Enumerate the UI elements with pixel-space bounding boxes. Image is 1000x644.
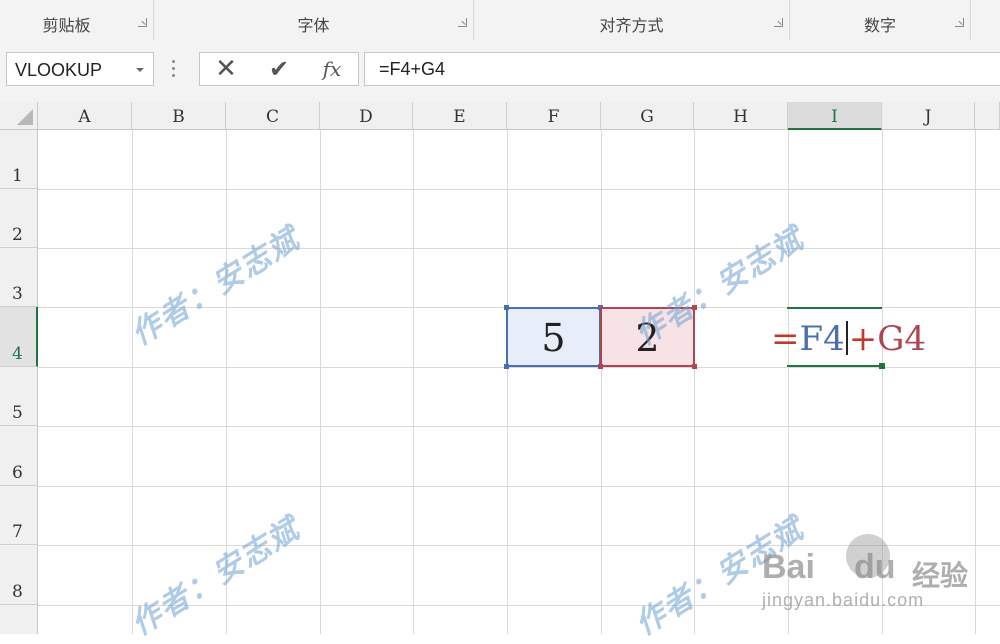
row-header-3[interactable]: 3 (0, 248, 38, 307)
range-handle-icon[interactable] (504, 305, 509, 310)
column-header-h[interactable]: H (694, 102, 788, 130)
ribbon-group-clipboard: 剪贴板 (0, 0, 154, 40)
gridline (413, 130, 414, 634)
range-handle-icon[interactable] (598, 364, 603, 369)
watermark-url: jingyan.baidu.com (762, 590, 925, 610)
gridline (507, 130, 508, 634)
dialog-launcher-icon[interactable] (138, 18, 147, 27)
ribbon-group-number: 数字 (790, 0, 971, 40)
row-header-5[interactable]: 5 (0, 367, 38, 426)
formula-input[interactable]: =F4+G4 (364, 52, 1000, 86)
author-watermark: 作者：安志斌 (125, 221, 307, 353)
name-box-value: VLOOKUP (15, 60, 103, 80)
ribbon-group-alignment: 对齐方式 (474, 0, 790, 40)
formula-buttons: ✕ ✔ fx (199, 52, 359, 86)
formula-ref-g4: G4 (877, 319, 927, 359)
insert-function-icon[interactable]: fx (312, 55, 352, 83)
author-watermark: 作者：安志斌 (125, 511, 307, 643)
text-cursor (845, 321, 848, 355)
range-handle-icon[interactable] (504, 364, 509, 369)
cell-f4[interactable]: 5 (506, 307, 601, 367)
gridline (38, 189, 1000, 190)
formula-plus: + (848, 319, 878, 359)
formula-equals: = (771, 319, 800, 359)
row-header-9[interactable] (0, 605, 38, 634)
gridline (38, 426, 1000, 427)
gridline (694, 130, 695, 634)
gridline (38, 486, 1000, 487)
column-header-f[interactable]: F (507, 102, 601, 130)
formula-bar: VLOOKUP ✕ ✔ fx =F4+G4 (0, 40, 1000, 102)
chevron-down-icon[interactable] (136, 68, 144, 72)
ribbon-group-label: 对齐方式 (599, 16, 664, 35)
ribbon-group-label: 字体 (297, 16, 330, 35)
check-icon[interactable]: ✔ (259, 55, 299, 83)
row-header-1[interactable]: 1 (0, 130, 38, 189)
column-header-c[interactable]: C (226, 102, 320, 130)
gridline (38, 367, 1000, 368)
name-box[interactable]: VLOOKUP (6, 52, 154, 86)
cell-formula-editor[interactable]: =F4 +G4 (771, 319, 926, 359)
row-header-7[interactable]: 7 (0, 486, 38, 545)
gridline (132, 130, 133, 634)
dialog-launcher-icon[interactable] (458, 18, 467, 27)
column-header-d[interactable]: D (320, 102, 413, 130)
column-header-j[interactable]: J (882, 102, 975, 130)
row-header-8[interactable]: 8 (0, 545, 38, 605)
ribbon-group-font: 字体 (154, 0, 474, 40)
column-header-g[interactable]: G (601, 102, 694, 130)
ribbon-group-label: 数字 (863, 16, 896, 35)
range-handle-icon[interactable] (692, 364, 697, 369)
baidu-jingyan-watermark: Bai du 经验 jingyan.baidu.com (762, 530, 998, 630)
column-header-b[interactable]: B (132, 102, 226, 130)
dialog-launcher-icon[interactable] (955, 18, 964, 27)
ribbon-group-label: 剪贴板 (42, 16, 91, 35)
formula-text: =F4+G4 (379, 59, 446, 79)
gridline (601, 130, 602, 634)
column-header-a[interactable]: A (38, 102, 132, 130)
ribbon-group-bar: 剪贴板 字体 对齐方式 数字 (0, 0, 1000, 41)
column-header-e[interactable]: E (413, 102, 507, 130)
baidu-logo-text-du: du (854, 548, 896, 586)
select-all-button[interactable] (0, 102, 38, 130)
drag-handle-icon[interactable] (172, 60, 176, 80)
cell-value: 5 (541, 316, 566, 360)
column-header-k[interactable] (975, 102, 1000, 130)
row-header-2[interactable]: 2 (0, 189, 38, 248)
fill-handle-icon[interactable] (879, 363, 885, 369)
dialog-launcher-icon[interactable] (774, 18, 783, 27)
gridline (320, 130, 321, 634)
cell-i4-active[interactable]: =F4 +G4 (771, 307, 926, 369)
row-header-4[interactable]: 4 (0, 307, 38, 367)
row-header-6[interactable]: 6 (0, 426, 38, 486)
cancel-icon[interactable]: ✕ (206, 55, 246, 83)
formula-ref-f4: F4 (799, 319, 845, 359)
column-header-i[interactable]: I (788, 102, 882, 130)
gridline (38, 248, 1000, 249)
baidu-logo-text: Bai (762, 548, 815, 586)
jingyan-label: 经验 (912, 559, 969, 592)
